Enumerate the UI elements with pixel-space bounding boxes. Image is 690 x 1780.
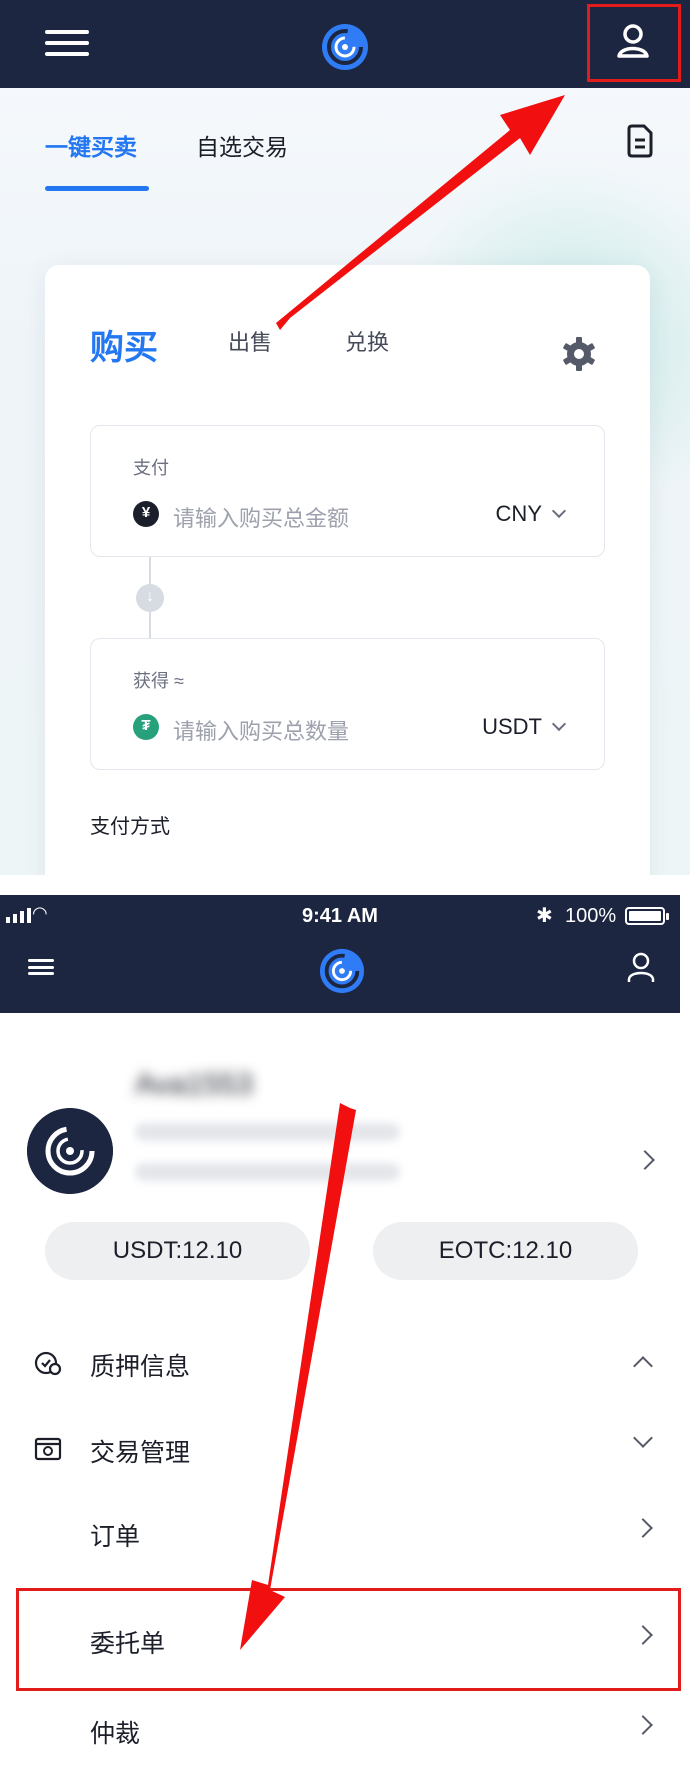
menu-item-label: 仲裁 xyxy=(90,1720,141,1748)
battery-percent: 100% xyxy=(565,905,617,927)
chevron-down-icon xyxy=(551,716,567,732)
chevron-up-icon xyxy=(633,1356,653,1376)
swap-tab[interactable]: 兑换 xyxy=(345,325,389,357)
cny-coin-icon: ¥ xyxy=(133,501,159,527)
arrow-down-icon xyxy=(136,584,164,612)
menu-item-arbitration[interactable]: 仲裁 xyxy=(0,1700,680,1760)
buy-tab[interactable]: 购买 xyxy=(90,320,158,369)
sell-tab[interactable]: 出售 xyxy=(228,325,272,357)
account-screen: ◠ 9:41 AM ✱ 100% Ava1553 USDT:12.10 EOTC… xyxy=(0,895,690,1780)
pledge-icon xyxy=(34,1351,62,1376)
menu-icon[interactable] xyxy=(45,30,89,56)
menu-item-label: 交易管理 xyxy=(90,1439,191,1467)
bluetooth-icon: ✱ xyxy=(536,905,553,927)
receive-currency-select[interactable]: USDT xyxy=(482,714,567,740)
entrust-orders-highlight xyxy=(16,1588,681,1691)
trade-screen: 一键买卖 自选交易 购买 出售 兑换 支付 ¥ 请输入购买总金额 CNY ↓ 获… xyxy=(0,0,690,875)
chevron-down-icon xyxy=(633,1428,653,1448)
app-logo xyxy=(322,24,368,70)
chevron-down-icon xyxy=(551,503,567,519)
user-icon-highlight xyxy=(587,4,681,82)
tab-quick-trade[interactable]: 一键买卖 xyxy=(45,128,137,162)
usdt-coin-icon: ₮ xyxy=(133,714,159,740)
chevron-right-icon xyxy=(633,1518,653,1538)
receive-field[interactable]: 获得 ≈ ₮ 请输入购买总数量 USDT xyxy=(90,638,605,770)
pay-currency-select[interactable]: CNY xyxy=(496,501,567,527)
profile-header[interactable]: Ava1553 xyxy=(0,1013,680,1213)
tab-custom-trade[interactable]: 自选交易 xyxy=(196,128,288,162)
profile-detail-blurred xyxy=(135,1123,400,1141)
menu-item-orders[interactable]: 订单 xyxy=(0,1503,680,1563)
pay-field[interactable]: 支付 ¥ 请输入购买总金额 CNY xyxy=(90,425,605,557)
gear-icon[interactable] xyxy=(560,335,598,373)
chevron-right-icon xyxy=(635,1150,655,1170)
trade-card: 购买 出售 兑换 支付 ¥ 请输入购买总金额 CNY 获得 ≈ ₮ 请输入购买总… xyxy=(45,265,650,875)
receive-amount-input[interactable]: 请输入购买总数量 xyxy=(173,714,349,746)
trade-mode-tabs: 一键买卖 自选交易 xyxy=(0,88,690,198)
trade-management-icon xyxy=(34,1437,62,1461)
profile-name: Ava1553 xyxy=(135,1068,253,1101)
profile-detail-blurred xyxy=(135,1163,400,1181)
app-logo xyxy=(319,948,365,994)
menu-item-trade-management[interactable]: 交易管理 xyxy=(0,1419,680,1479)
chevron-right-icon xyxy=(633,1715,653,1735)
payment-method-label: 支付方式 xyxy=(90,816,170,838)
menu-item-label: 订单 xyxy=(90,1523,141,1551)
battery-icon xyxy=(625,907,669,925)
pay-amount-input[interactable]: 请输入购买总金额 xyxy=(173,501,349,533)
avatar xyxy=(27,1108,113,1194)
orders-document-icon[interactable] xyxy=(626,124,654,158)
active-tab-indicator xyxy=(45,186,149,191)
menu-item-pledge-info[interactable]: 质押信息 xyxy=(0,1333,680,1393)
status-bar: ◠ 9:41 AM ✱ 100% xyxy=(0,895,680,935)
menu-item-label: 质押信息 xyxy=(90,1353,191,1381)
usdt-balance: USDT:12.10 xyxy=(45,1222,310,1280)
receive-label: 获得 ≈ xyxy=(133,671,184,691)
eotc-balance: EOTC:12.10 xyxy=(373,1222,638,1280)
menu-icon[interactable] xyxy=(28,959,54,975)
top-nav-bar: ◠ 9:41 AM ✱ 100% xyxy=(0,895,680,1013)
pay-label: 支付 xyxy=(133,458,169,478)
user-icon[interactable] xyxy=(627,951,655,983)
